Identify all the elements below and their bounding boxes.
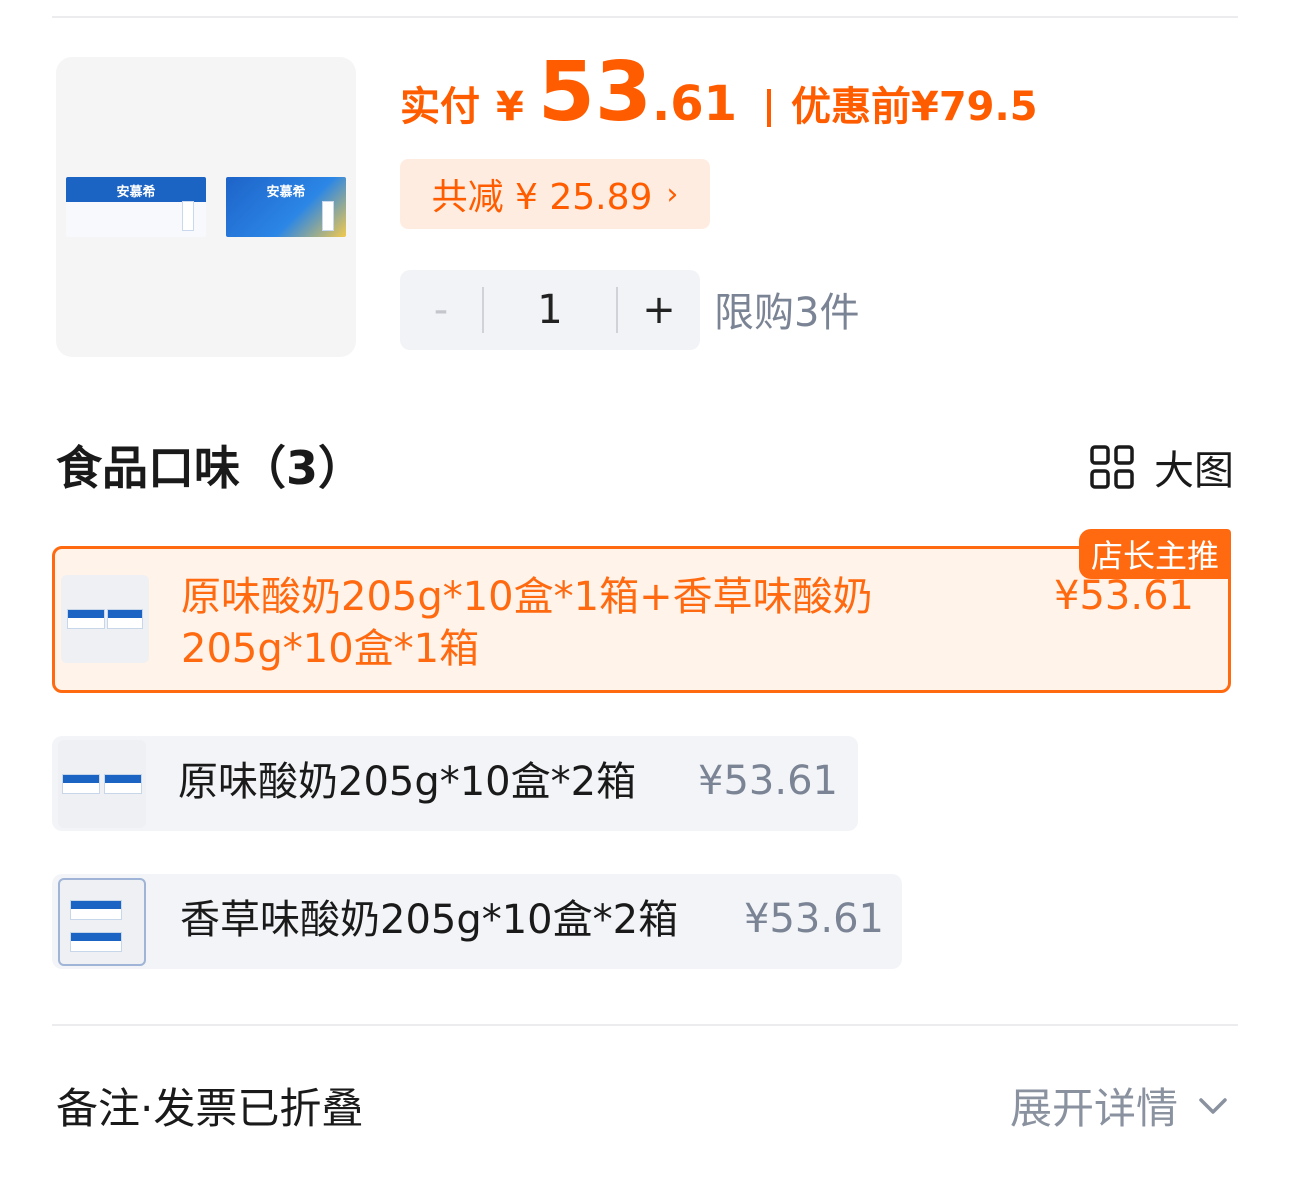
box-brand-text: 安慕希 xyxy=(266,185,306,200)
option-name: 原味酸奶205g*10盒*1箱+香草味酸奶205g*10盒*1箱 xyxy=(181,574,873,672)
flavor-option-1[interactable]: 原味酸奶205g*10盒*1箱+香草味酸奶205g*10盒*1箱 ¥53.61 … xyxy=(52,529,1231,693)
top-divider xyxy=(52,16,1238,18)
option-name: 原味酸奶205g*10盒*2箱 xyxy=(178,759,637,805)
option-thumbnail xyxy=(58,878,146,966)
quantity-stepper: - 1 + xyxy=(400,270,700,350)
paid-label: 实付 xyxy=(400,84,480,130)
section-title: 食品口味（3） xyxy=(56,441,365,495)
currency-symbol: ¥ xyxy=(496,84,524,130)
option-price: ¥53.61 xyxy=(698,758,838,804)
chevron-right-icon: › xyxy=(666,176,679,212)
product-image[interactable]: 安慕希 安慕希 xyxy=(56,57,356,357)
option-thumb-box xyxy=(104,774,142,794)
discount-text: 共减 ¥ 25.89 xyxy=(431,177,653,218)
grid-view-icon xyxy=(1090,445,1134,489)
price-row: 实付 ¥ 53 .61 优惠前 ¥79.5 xyxy=(400,52,1038,152)
large-view-toggle[interactable]: 大图 xyxy=(1090,438,1234,496)
original-label: 优惠前 xyxy=(791,84,911,130)
option-thumb-box xyxy=(70,900,122,920)
expand-details-label: 展开详情 xyxy=(1009,1084,1178,1133)
box-brand-text: 安慕希 xyxy=(116,185,156,200)
option-thumbnail xyxy=(58,740,146,828)
discount-detail-button[interactable]: 共减 ¥ 25.89 › xyxy=(400,159,710,229)
increase-button[interactable]: + xyxy=(618,270,700,350)
price-decimal: .61 xyxy=(651,76,737,132)
option-price: ¥53.61 xyxy=(1054,573,1194,619)
option-price: ¥53.61 xyxy=(744,896,884,942)
option-thumb-box xyxy=(107,609,143,629)
quantity-value[interactable]: 1 xyxy=(484,287,616,333)
large-view-label: 大图 xyxy=(1154,448,1234,494)
expand-details-button[interactable]: 展开详情 xyxy=(1010,1075,1228,1136)
option-thumb-box xyxy=(62,774,100,794)
option-thumbnail xyxy=(61,575,149,663)
section-divider xyxy=(52,1024,1238,1026)
price-integer: 53 xyxy=(537,45,652,140)
decrease-button[interactable]: - xyxy=(400,270,482,350)
product-box-original: 安慕希 xyxy=(66,177,206,237)
chevron-down-icon xyxy=(1199,1097,1227,1114)
flavor-option-2[interactable]: 原味酸奶205g*10盒*2箱 ¥53.61 xyxy=(52,736,858,831)
product-box-vanilla: 安慕希 xyxy=(226,177,346,237)
price-separator xyxy=(767,89,771,127)
box-stick xyxy=(182,201,194,231)
option-thumb-box xyxy=(70,932,122,952)
flavor-option-3[interactable]: 香草味酸奶205g*10盒*2箱 ¥53.61 xyxy=(52,874,902,969)
option-thumb-box xyxy=(67,609,105,629)
option-name: 香草味酸奶205g*10盒*2箱 xyxy=(180,897,679,943)
original-price: ¥79.5 xyxy=(911,84,1038,130)
box-stick xyxy=(322,201,334,231)
remarks-invoice-label: 备注·发票已折叠 xyxy=(56,1084,364,1133)
recommend-badge: 店长主推 xyxy=(1078,529,1231,579)
purchase-limit: 限购3件 xyxy=(714,290,860,336)
